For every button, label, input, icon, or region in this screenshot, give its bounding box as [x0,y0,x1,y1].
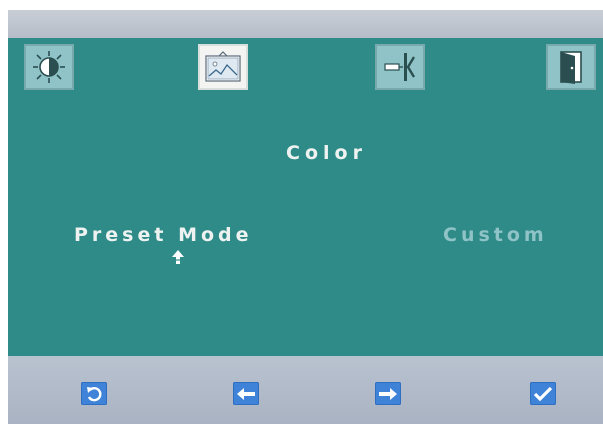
arrow-right-icon [379,387,397,400]
osd-screen: Color Preset Mode Custom [0,0,603,424]
main-panel [8,38,603,356]
tab-color[interactable] [198,44,248,90]
arrow-left-icon [237,387,255,400]
right-arrow-button[interactable] [375,382,401,405]
left-arrow-button[interactable] [233,382,259,405]
tab-brightness[interactable] [24,44,74,90]
preset-mode-value[interactable]: Custom [443,224,548,246]
brightness-sun-icon [33,51,65,83]
up-arrow-cursor-icon [172,250,184,264]
ok-button[interactable] [530,382,556,405]
tab-exit[interactable] [546,44,596,90]
exit-door-icon [560,51,582,84]
checkmark-icon [533,386,553,401]
back-button[interactable] [81,382,107,405]
preset-mode-label[interactable]: Preset Mode [74,224,253,246]
rotate-back-icon [87,386,102,401]
tab-input[interactable] [375,44,425,90]
picture-color-icon [205,51,241,82]
top-bar [8,10,603,38]
input-source-icon [384,53,416,81]
menu-title: Color [286,142,367,164]
